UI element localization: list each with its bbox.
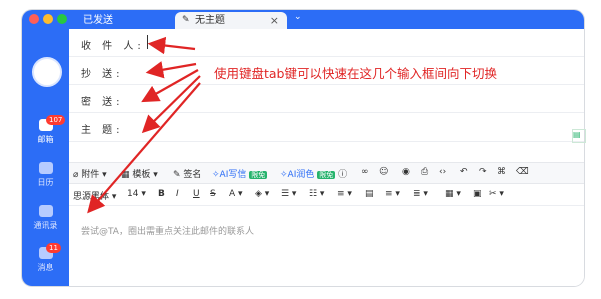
highlight-icon[interactable]: ◈ ▾	[255, 189, 269, 199]
font-family-select[interactable]: 思源黑体 ▾	[73, 189, 116, 202]
sidebar-item-label: 通讯录	[33, 221, 58, 230]
format-painter-icon[interactable]: ⌘	[497, 167, 506, 177]
signature-button[interactable]: ✎ 签名	[173, 167, 201, 180]
sparkle-icon: ✧	[212, 170, 220, 180]
print-icon[interactable]: ⎙	[421, 167, 428, 177]
chevron-down-icon[interactable]: ⌄	[294, 12, 302, 22]
undo-icon[interactable]: ↶	[460, 167, 468, 177]
close-window-button[interactable]	[29, 14, 39, 24]
font-size-value: 14	[127, 189, 139, 199]
sidebar-item-messages[interactable]: 消息 11	[22, 243, 69, 273]
messages-badge: 11	[46, 243, 61, 253]
minimize-window-button[interactable]	[43, 14, 53, 24]
signature-label: 签名	[183, 170, 202, 180]
free-tag: 限免	[249, 171, 268, 179]
side-tag-icon[interactable]: ▤	[572, 129, 586, 143]
to-field[interactable]: 收 件 人:	[69, 29, 584, 57]
strikethrough-button[interactable]: S	[210, 189, 216, 199]
template-button[interactable]: ▦ 模板 ▾	[121, 167, 158, 180]
scissors-icon[interactable]: ✂ ▾	[489, 189, 504, 199]
font-family-value: 思源黑体	[73, 192, 110, 202]
align-left-icon[interactable]: ≡ ▾	[385, 189, 400, 199]
sidebar-item-label: 消息	[37, 263, 54, 272]
maximize-window-button[interactable]	[57, 14, 67, 24]
ai-write-button[interactable]: ✧AI写信 限免	[212, 167, 268, 180]
sidebar-item-calendar[interactable]: 日历	[22, 162, 69, 188]
avatar[interactable]	[32, 57, 62, 87]
ai-write-label: AI写信	[219, 170, 247, 180]
compose-toolbar: ⌀ 附件 ▾ ▦ 模板 ▾ ✎ 签名 ✧AI写信 限免 ✧AI润色 限免 ⓘ ∞…	[69, 162, 584, 184]
font-size-select[interactable]: 14 ▾	[127, 189, 146, 199]
annotation-text: 使用键盘tab键可以快速在这几个输入框间向下切换	[214, 66, 497, 81]
body-placeholder[interactable]: 尝试@TA，圈出需重点关注此邮件的联系人	[81, 224, 254, 237]
mail-window: 已发送 ✎ 无主题 × ⌄ 邮箱 107 日历 通讯录 消息 11 收 件 人:…	[22, 10, 584, 286]
pen-icon: ✎	[173, 170, 181, 180]
sidebar-item-label: 邮箱	[37, 135, 54, 144]
template-icon: ▦	[121, 170, 130, 180]
cc-label: 抄 送:	[81, 69, 124, 80]
sparkle-icon: ✧	[280, 170, 288, 180]
calendar-icon	[38, 162, 53, 174]
sidebar-item-mail[interactable]: 邮箱 107	[22, 115, 69, 145]
attach-label: 附件	[81, 170, 100, 180]
free-tag: 限免	[317, 171, 336, 179]
sidebar: 邮箱 107 日历 通讯录 消息 11	[22, 29, 69, 286]
ai-polish-button[interactable]: ✧AI润色 限免 ⓘ	[280, 167, 347, 180]
table-icon[interactable]: ▦ ▾	[445, 189, 461, 199]
preview-icon[interactable]: ◉	[402, 167, 410, 177]
paperclip-icon: ⌀	[73, 170, 79, 180]
edit-icon: ✎	[182, 15, 190, 25]
italic-button[interactable]: I	[176, 189, 179, 199]
bcc-label: 密 送:	[81, 97, 124, 108]
numbered-list-icon[interactable]: ☷ ▾	[309, 189, 324, 199]
sidebar-item-label: 日历	[37, 178, 54, 187]
attach-button[interactable]: ⌀ 附件 ▾	[73, 167, 107, 180]
format-toolbar: 思源黑体 ▾ 14 ▾ B I U S A ▾ ◈ ▾ ☰ ▾ ☷ ▾ ≡ ▾ …	[69, 185, 584, 206]
mail-badge: 107	[46, 115, 66, 125]
align-icon[interactable]: ≣ ▾	[413, 189, 428, 199]
redo-icon[interactable]: ↷	[479, 167, 487, 177]
template-label: 模板	[132, 170, 151, 180]
underline-button[interactable]: U	[193, 189, 200, 199]
to-label: 收 件 人:	[81, 41, 145, 52]
title-bar: 已发送 ✎ 无主题 × ⌄	[22, 10, 584, 29]
code-icon[interactable]: ‹›	[439, 167, 446, 177]
image-icon[interactable]: ▣	[473, 189, 482, 199]
subject-label: 主 题:	[81, 125, 124, 136]
line-height-icon[interactable]: ≡ ▾	[337, 189, 352, 199]
subject-field[interactable]: 主 题:	[69, 113, 584, 142]
ai-polish-label: AI润色	[287, 170, 315, 180]
tab-sent[interactable]: 已发送	[77, 12, 178, 29]
clear-format-icon[interactable]: ⌫	[516, 167, 529, 177]
link-icon[interactable]: ∞	[361, 167, 369, 177]
info-icon[interactable]: ⓘ	[338, 170, 347, 180]
tab-untitled[interactable]: ✎ 无主题 ×	[175, 12, 287, 29]
text-cursor	[147, 35, 148, 49]
sidebar-item-contacts[interactable]: 通讯录	[22, 205, 69, 231]
bcc-field[interactable]: 密 送:	[69, 85, 584, 113]
indent-icon[interactable]: ▤	[365, 189, 374, 199]
emoji-icon[interactable]: ☺	[379, 167, 388, 177]
bulleted-list-icon[interactable]: ☰ ▾	[281, 189, 296, 199]
close-icon[interactable]: ×	[270, 12, 279, 29]
tab-untitled-label: 无主题	[195, 15, 225, 26]
bold-button[interactable]: B	[158, 189, 165, 199]
contacts-icon	[38, 205, 53, 217]
font-color-icon[interactable]: A ▾	[229, 189, 243, 199]
